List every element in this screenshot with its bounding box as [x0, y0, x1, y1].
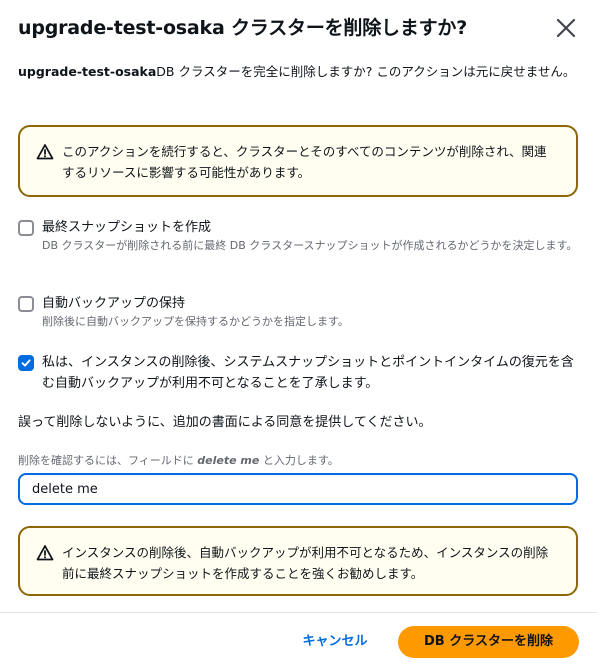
close-button[interactable]	[554, 16, 578, 40]
warning-text: インスタンスの削除後、自動バックアップが利用不可となるため、インスタンスの削除前…	[62, 545, 549, 581]
confirm-label-prefix: 削除を確認するには、フィールドに	[18, 454, 198, 467]
intro-cluster-name: upgrade-test-osaka	[18, 64, 157, 79]
close-icon	[556, 18, 576, 38]
check-icon	[21, 359, 31, 367]
final-snapshot-description: DB クラスターが削除される前に最終 DB クラスタースナップショットが作成され…	[42, 239, 578, 252]
footer-divider	[0, 612, 597, 613]
warning-alert-backup: インスタンスの削除後、自動バックアップが利用不可となるため、インスタンスの削除前…	[18, 526, 578, 596]
dialog-intro: upgrade-test-osakaDB クラスターを完全に削除しますか? この…	[18, 62, 580, 82]
confirm-delete-input[interactable]	[18, 473, 578, 505]
warning-alert-delete: このアクションを続行すると、クラスターとそのすべてのコンテンツが削除され、関連す…	[18, 125, 578, 197]
delete-cluster-button[interactable]: DB クラスターを削除	[398, 626, 579, 658]
intro-text: DB クラスターを完全に削除しますか? このアクションは元に戻せません。	[156, 64, 576, 79]
warning-text: このアクションを続行すると、クラスターとそのすべてのコンテンツが削除され、関連す…	[62, 144, 547, 180]
confirm-keyword: delete me	[197, 454, 260, 467]
acknowledge-checkbox[interactable]	[18, 355, 34, 371]
dialog-title: upgrade-test-osaka クラスターを削除しますか?	[18, 17, 468, 39]
warning-icon	[36, 545, 54, 561]
confirm-label-suffix: と入力します。	[259, 454, 339, 467]
retain-backups-checkbox[interactable]	[18, 296, 34, 312]
delete-cluster-dialog: upgrade-test-osaka クラスターを削除しますか? upgrade…	[0, 0, 597, 667]
cancel-button[interactable]: キャンセル	[290, 627, 380, 657]
final-snapshot-checkbox[interactable]	[18, 220, 34, 236]
consent-text: 誤って削除しないように、追加の書面による同意を提供してください。	[18, 415, 432, 430]
retain-backups-label: 自動バックアップの保持	[42, 296, 186, 311]
acknowledge-label: 私は、インスタンスの削除後、システムスナップショットとポイントインタイムの復元を…	[42, 355, 574, 391]
retain-backups-description: 削除後に自動バックアップを保持するかどうかを指定します。	[42, 315, 349, 328]
warning-icon	[36, 144, 54, 160]
dialog-header: upgrade-test-osaka クラスターを削除しますか?	[18, 14, 583, 42]
confirm-field-label: 削除を確認するには、フィールドに delete me と入力します。	[18, 452, 583, 470]
final-snapshot-label: 最終スナップショットを作成	[42, 220, 212, 235]
